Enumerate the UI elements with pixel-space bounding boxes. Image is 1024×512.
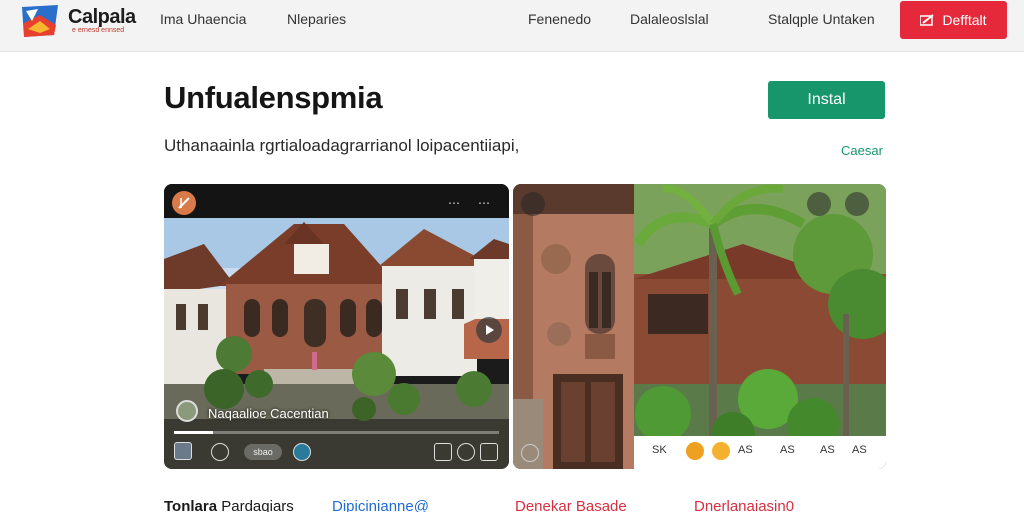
tag-dot-1[interactable] [686, 442, 704, 460]
player-controls: sbao [164, 436, 509, 469]
speed-pill[interactable]: sbao [244, 444, 282, 460]
video-progress-fill [174, 431, 213, 434]
caption-avatar [176, 400, 198, 422]
toolbar-label-3[interactable]: AS [780, 444, 795, 456]
back-icon[interactable] [521, 192, 545, 216]
courtyard-photo [513, 184, 886, 469]
nav-link-4[interactable]: Dalaleoslslal [630, 11, 709, 27]
edit-icon [920, 14, 935, 26]
nav-link-5[interactable]: Stalqple Untaken [768, 11, 875, 27]
footer-link-2[interactable]: Dipicinianne@ [332, 498, 429, 512]
video-card-2[interactable]: SK AS AS AS AS [513, 184, 886, 469]
volume-icon[interactable] [293, 443, 311, 461]
install-button[interactable]: Instal [768, 81, 885, 119]
more-dots-icon[interactable]: ⋯ [478, 196, 491, 210]
brand-tagline: e ernesd ennsed [72, 27, 125, 34]
cast-icon[interactable]: ⋯ [448, 196, 461, 210]
toolbar-label-5[interactable]: AS [852, 444, 867, 456]
page-title: Unfualenspmia [164, 80, 383, 115]
play-icon[interactable] [211, 443, 229, 461]
toolbar-label-2[interactable]: AS [738, 444, 753, 456]
play-overlay-button[interactable] [476, 317, 502, 343]
footer-link-3[interactable]: Denekar Basade [515, 498, 627, 512]
video-progress-bar[interactable] [174, 431, 499, 434]
video-caption: Naqaalioe Cacentian [208, 406, 329, 421]
download-button[interactable]: Defftalt [900, 1, 1007, 39]
app-logo-icon[interactable] [20, 3, 60, 39]
brand-name[interactable]: Calpala [68, 6, 136, 29]
channel-avatar[interactable] [172, 191, 196, 215]
top-nav: Calpala e ernesd ennsed Ima Uhaencia Nle… [0, 0, 1024, 52]
replay-icon[interactable] [521, 444, 539, 462]
toolbar-label-1[interactable]: SK [652, 444, 667, 456]
play-icon [486, 325, 494, 335]
footer-link-1-bold: Tonlara [164, 498, 218, 512]
footer-link-4[interactable]: Dnerlanaiasin0 [694, 498, 794, 512]
share-icon[interactable] [845, 192, 869, 216]
more-link[interactable]: Caesar [841, 143, 883, 158]
toolbar-label-4[interactable]: AS [820, 444, 835, 456]
channel-logo-icon [178, 197, 190, 209]
video-card-1[interactable]: ⋯ ⋯ Naqaalioe Cacentian sbao [164, 184, 509, 469]
nav-link-1[interactable]: Ima Uhaencia [160, 11, 246, 27]
settings-icon[interactable] [807, 192, 831, 216]
nav-link-2[interactable]: Nleparies [287, 11, 346, 27]
thumbnail-icon[interactable] [174, 442, 192, 460]
nav-link-3[interactable]: Fenenedo [528, 11, 591, 27]
card-2-toolbar: SK AS AS AS AS [634, 436, 886, 469]
tag-dot-2[interactable] [712, 442, 730, 460]
page-subtitle: Uthanaainla rgrtialoadagrarrianol loipac… [164, 136, 520, 155]
fullscreen-icon[interactable] [480, 443, 498, 461]
captions-icon[interactable] [434, 443, 452, 461]
footer-link-1-rest: Pardaqiars [217, 498, 294, 512]
house-photo [164, 218, 509, 469]
footer-link-1[interactable]: Tonlara Pardaqiars [164, 498, 294, 512]
settings-icon[interactable] [457, 443, 475, 461]
download-button-label: Defftalt [942, 12, 987, 28]
